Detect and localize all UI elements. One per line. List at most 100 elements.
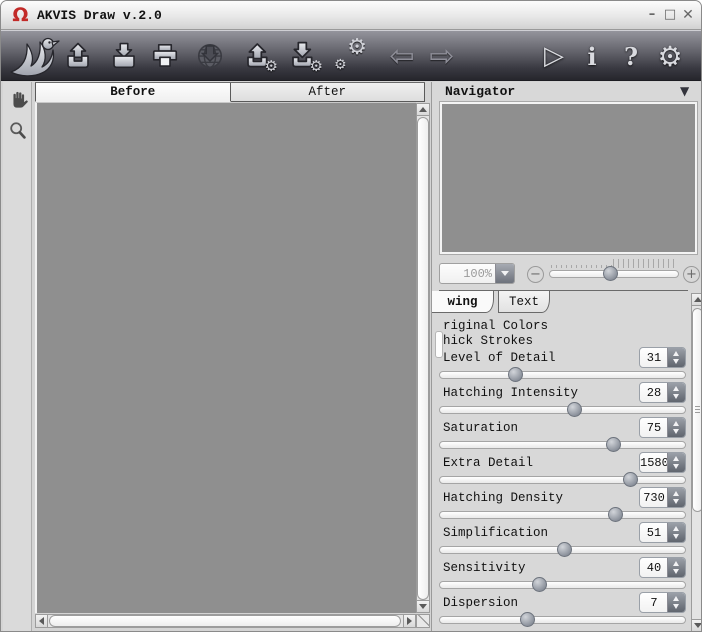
spin-up-icon[interactable]	[673, 421, 679, 426]
value-spinbox[interactable]: 31	[639, 347, 686, 368]
panel-scrollbar[interactable]	[691, 293, 702, 632]
tab-text[interactable]: Text	[498, 291, 550, 313]
spin-up-icon[interactable]	[673, 386, 679, 391]
tab-before[interactable]: Before	[35, 83, 231, 102]
spin-down-icon[interactable]	[673, 464, 679, 469]
slider-thumb[interactable]	[567, 402, 582, 417]
spinner-buttons[interactable]	[667, 453, 685, 472]
slider-row: Extra Detail 1580	[439, 455, 686, 490]
spin-up-icon[interactable]	[673, 456, 679, 461]
scroll-down-button[interactable]	[417, 600, 429, 612]
scroll-right-button[interactable]	[403, 615, 415, 627]
zoom-in-button[interactable]: +	[683, 266, 700, 283]
spin-up-icon[interactable]	[673, 596, 679, 601]
spinner-buttons[interactable]	[667, 418, 685, 437]
vscroll-thumb[interactable]	[417, 117, 429, 600]
slider-thumb[interactable]	[608, 507, 623, 522]
value-spinbox[interactable]: 1580	[639, 452, 686, 473]
spin-down-icon[interactable]	[673, 499, 679, 504]
spin-up-icon[interactable]	[673, 561, 679, 566]
scroll-left-button[interactable]	[36, 615, 48, 627]
hscroll-thumb[interactable]	[49, 615, 401, 627]
redo-button[interactable]: ⇨	[423, 37, 461, 75]
spin-up-icon[interactable]	[673, 351, 679, 356]
spin-down-icon[interactable]	[673, 394, 679, 399]
spinner-buttons[interactable]	[667, 348, 685, 367]
about-button[interactable]: i	[573, 37, 611, 75]
zoom-tool-button[interactable]	[7, 120, 29, 142]
export-presets-button[interactable]: ⚙	[286, 37, 324, 75]
slider-thumb[interactable]	[557, 542, 572, 557]
value-spinbox[interactable]: 51	[639, 522, 686, 543]
share-web-button-disabled[interactable]	[191, 37, 229, 75]
navigator-preview[interactable]	[439, 101, 698, 255]
help-button[interactable]: ?	[612, 37, 650, 75]
slider-track[interactable]	[439, 581, 686, 589]
scroll-up-button[interactable]	[417, 104, 429, 116]
panel-scroll-up-button[interactable]	[692, 294, 702, 306]
panel-scroll-down-button[interactable]	[692, 619, 702, 631]
spin-down-icon[interactable]	[673, 359, 679, 364]
image-canvas[interactable]	[35, 102, 416, 613]
spinner-buttons[interactable]	[667, 558, 685, 577]
import-presets-button[interactable]: ⚙	[241, 37, 279, 75]
zoom-slider[interactable]	[549, 270, 679, 278]
canvas-vscrollbar[interactable]	[416, 103, 430, 613]
spin-down-icon[interactable]	[673, 534, 679, 539]
maximize-button[interactable]: □	[662, 5, 678, 25]
resize-corner[interactable]	[416, 614, 430, 628]
zoom-dropdown-button[interactable]	[495, 264, 514, 283]
hand-tool-button[interactable]	[7, 88, 29, 110]
slider-track[interactable]	[439, 511, 686, 519]
undo-button[interactable]: ⇦	[383, 37, 421, 75]
zoom-out-button[interactable]: −	[527, 266, 544, 283]
slider-thumb[interactable]	[532, 577, 547, 592]
spin-up-icon[interactable]	[673, 526, 679, 531]
batch-processing-button[interactable]: ⚙ ⚙	[331, 37, 369, 75]
slider-thumb[interactable]	[623, 472, 638, 487]
original-colors-checkbox-label[interactable]: riginal Colors	[443, 319, 548, 333]
thick-strokes-checkbox-label[interactable]: hick Strokes	[443, 334, 533, 348]
spin-down-icon[interactable]	[673, 429, 679, 434]
zoom-slider-thumb[interactable]	[603, 266, 618, 281]
print-button[interactable]	[146, 37, 184, 75]
navigator-collapse-icon[interactable]: ▼	[680, 84, 689, 98]
slider-label: Dispersion	[443, 596, 518, 610]
akvis-bird-logo[interactable]	[7, 33, 61, 79]
zoom-combobox[interactable]: 100%	[439, 263, 515, 284]
slider-track[interactable]	[439, 616, 686, 624]
slider-row: Simplification 51	[439, 525, 686, 560]
preferences-button[interactable]: ⚙	[651, 37, 689, 75]
canvas-hscrollbar[interactable]	[35, 614, 416, 628]
value-spinbox[interactable]: 730	[639, 487, 686, 508]
open-image-button[interactable]	[59, 37, 97, 75]
value-spinbox[interactable]: 7	[639, 592, 686, 613]
panel-scroll-thumb[interactable]	[692, 308, 702, 512]
slider-track[interactable]	[439, 371, 686, 379]
slider-track[interactable]	[439, 406, 686, 414]
save-image-button[interactable]	[105, 37, 143, 75]
close-button[interactable]: ✕	[680, 5, 696, 25]
spinner-buttons[interactable]	[667, 488, 685, 507]
slider-thumb[interactable]	[520, 612, 535, 627]
value-spinbox[interactable]: 75	[639, 417, 686, 438]
window-title: AKVIS Draw v.2.0	[37, 8, 162, 23]
tab-drawing[interactable]: wing	[432, 291, 494, 313]
slider-thumb[interactable]	[508, 367, 523, 382]
spin-down-icon[interactable]	[673, 604, 679, 609]
spinner-buttons[interactable]	[667, 523, 685, 542]
slider-track[interactable]	[439, 476, 686, 484]
value-spinbox[interactable]: 40	[639, 557, 686, 578]
minimize-button[interactable]: –	[644, 5, 660, 25]
slider-thumb[interactable]	[606, 437, 621, 452]
value-spinbox[interactable]: 28	[639, 382, 686, 403]
spin-down-icon[interactable]	[673, 569, 679, 574]
spinner-buttons[interactable]	[667, 593, 685, 612]
spinner-buttons[interactable]	[667, 383, 685, 402]
run-button[interactable]: ▷	[535, 37, 573, 75]
tab-after[interactable]: After	[231, 83, 426, 102]
slider-track[interactable]	[439, 546, 686, 554]
slider-track[interactable]	[439, 441, 686, 449]
spin-up-icon[interactable]	[673, 491, 679, 496]
zoom-ticks-large	[613, 259, 677, 268]
